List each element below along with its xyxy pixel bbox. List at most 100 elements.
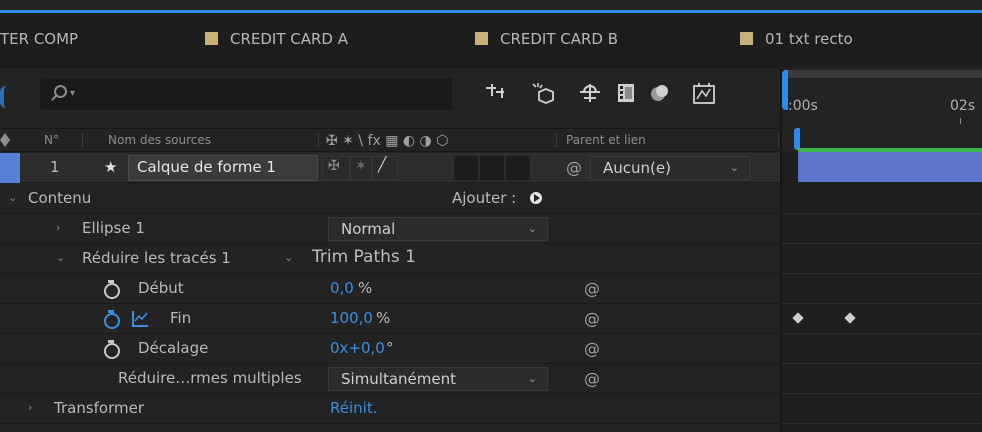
layer-row[interactable]: 1 ★ Calque de forme 1 ✠ ✶ ╱ @ Aucun(e) ⌄ <box>0 153 780 183</box>
motion-blur-switch[interactable] <box>506 156 530 180</box>
collapse-switch[interactable]: ✶ <box>350 156 372 180</box>
tab-label: 01 txt recto <box>765 30 853 48</box>
label-column-icon[interactable] <box>0 133 10 147</box>
graph-icon[interactable] <box>132 311 148 327</box>
chevron-right-icon[interactable]: › <box>56 221 60 234</box>
column-number[interactable]: N° <box>44 133 59 147</box>
chevron-down-icon[interactable]: ⌄ <box>56 251 65 264</box>
property-row-trim-paths[interactable]: ⌄ Réduire les tracés 1 ⌄ Trim Paths 1 <box>0 244 780 274</box>
playhead[interactable] <box>794 128 800 150</box>
property-row-transformer[interactable]: › Transformer Réinit. <box>0 394 780 424</box>
chevron-down-icon: ⌄ <box>729 161 739 174</box>
parent-select[interactable]: Aucun(e) ⌄ <box>590 156 750 180</box>
reset-link[interactable]: Réinit. <box>330 399 377 417</box>
track-divider <box>782 273 982 274</box>
property-unit: % <box>376 309 391 327</box>
shy-layers-icon[interactable] <box>528 82 556 108</box>
chevron-down-icon: ⌄ <box>527 372 537 385</box>
column-divider <box>82 133 83 148</box>
blend-mode-select[interactable]: Normal ⌄ <box>328 217 548 241</box>
layer-label-color[interactable] <box>0 153 20 183</box>
column-divider <box>318 133 319 148</box>
trim-multiple-select[interactable]: Simultanément ⌄ <box>328 367 548 391</box>
stopwatch-icon[interactable] <box>104 280 120 299</box>
column-header-row: N° Nom des sources ✠ ✶ \ fx ▦ ◐ ◑ ⬡ Pare… <box>0 128 780 152</box>
property-label: Fin <box>170 309 192 327</box>
quality-switch[interactable]: ╱ <box>372 156 398 180</box>
pick-whip-icon[interactable]: @ <box>584 341 600 357</box>
property-label: Contenu <box>28 189 92 207</box>
property-row-decalage[interactable]: Décalage 0x+0,0 ° @ <box>0 334 780 364</box>
add-label: Ajouter : <box>452 189 517 207</box>
tab-credit-card-a[interactable]: CREDIT CARD A <box>205 30 348 48</box>
column-source-name[interactable]: Nom des sources <box>108 133 211 147</box>
track-divider <box>782 363 982 364</box>
label-color-swatch <box>740 32 753 45</box>
tab-ter-comp[interactable]: TER COMP <box>0 30 78 48</box>
shape-layer-star-icon: ★ <box>104 158 118 176</box>
property-value[interactable]: 0,0 <box>330 279 354 297</box>
property-row-fin[interactable]: Fin 100,0 % @ <box>0 304 780 334</box>
property-unit: % <box>358 279 373 297</box>
property-value[interactable]: 100,0 <box>330 309 373 327</box>
tab-01-txt-recto[interactable]: 01 txt recto <box>740 30 853 48</box>
track-divider <box>782 243 982 244</box>
film-frame-icon[interactable] <box>612 82 640 108</box>
track-divider <box>782 393 982 394</box>
3d-switch[interactable] <box>480 156 504 180</box>
property-row-debut[interactable]: Début 0,0 % @ <box>0 274 780 304</box>
pick-whip-icon[interactable]: @ <box>566 160 582 176</box>
top-panel-strip <box>0 0 982 14</box>
search-icon <box>54 85 67 98</box>
property-label: Réduire…rmes multiples <box>118 369 302 387</box>
layer-name: Calque de forme 1 <box>137 158 276 176</box>
frame-blending-icon[interactable] <box>576 82 604 108</box>
chevron-down-icon: ⌄ <box>527 222 537 235</box>
pick-whip-icon[interactable]: @ <box>584 371 600 387</box>
tab-label: TER COMP <box>0 30 79 48</box>
add-menu-button[interactable] <box>530 192 542 204</box>
motion-blur-icon[interactable] <box>646 82 674 108</box>
stopwatch-icon[interactable] <box>104 310 120 329</box>
track-divider <box>782 333 982 334</box>
property-row-ellipse[interactable]: › Ellipse 1 Normal ⌄ <box>0 214 780 244</box>
property-label: Réduire les tracés 1 <box>82 249 231 267</box>
graph-editor-icon[interactable] <box>690 82 718 108</box>
track-divider <box>782 303 982 304</box>
column-parent[interactable]: Parent et lien <box>566 133 646 147</box>
blend-mode-value: Normal <box>341 220 396 238</box>
current-time-indicator[interactable] <box>0 86 8 108</box>
keyframe[interactable] <box>844 312 856 324</box>
chevron-right-icon[interactable]: › <box>28 401 32 414</box>
column-divider <box>556 133 557 148</box>
track-divider <box>782 213 982 214</box>
property-label: Début <box>138 279 184 297</box>
chevron-down-icon[interactable]: ⌄ <box>284 251 293 264</box>
time-ruler[interactable]: :00s 02s <box>782 68 982 152</box>
search-input[interactable]: ▾ <box>40 78 452 110</box>
pick-whip-icon[interactable]: @ <box>584 281 600 297</box>
label-color-swatch <box>205 32 218 45</box>
column-switches[interactable]: ✠ ✶ \ fx ▦ ◐ ◑ ⬡ <box>326 133 448 149</box>
layer-name-field[interactable]: Calque de forme 1 <box>128 155 318 181</box>
chevron-down-icon: ▾ <box>70 88 76 99</box>
parent-select-value: Aucun(e) <box>603 159 671 177</box>
shy-switch[interactable]: ✠ <box>322 156 350 180</box>
layer-number: 1 <box>50 158 60 176</box>
trim-paths-name: Trim Paths 1 <box>312 247 416 267</box>
stopwatch-icon[interactable] <box>104 340 120 359</box>
property-row-multiple[interactable]: Réduire…rmes multiples Simultanément ⌄ @ <box>0 364 780 394</box>
tab-credit-card-b[interactable]: CREDIT CARD B <box>475 30 618 48</box>
pick-whip-icon[interactable]: @ <box>584 311 600 327</box>
property-label: Ellipse 1 <box>82 219 145 237</box>
draft-3d-icon[interactable] <box>482 82 510 108</box>
property-value[interactable]: 0x+0,0 <box>330 339 385 357</box>
adjustment-switch[interactable] <box>454 156 478 180</box>
time-navigator-bar[interactable] <box>788 70 982 78</box>
property-unit: ° <box>386 339 394 357</box>
keyframe[interactable] <box>792 312 804 324</box>
property-row-contenu[interactable]: ⌄ Contenu Ajouter : <box>0 184 780 214</box>
layer-duration-bar[interactable] <box>798 152 982 182</box>
track-divider <box>782 423 982 424</box>
chevron-down-icon[interactable]: ⌄ <box>8 191 17 204</box>
